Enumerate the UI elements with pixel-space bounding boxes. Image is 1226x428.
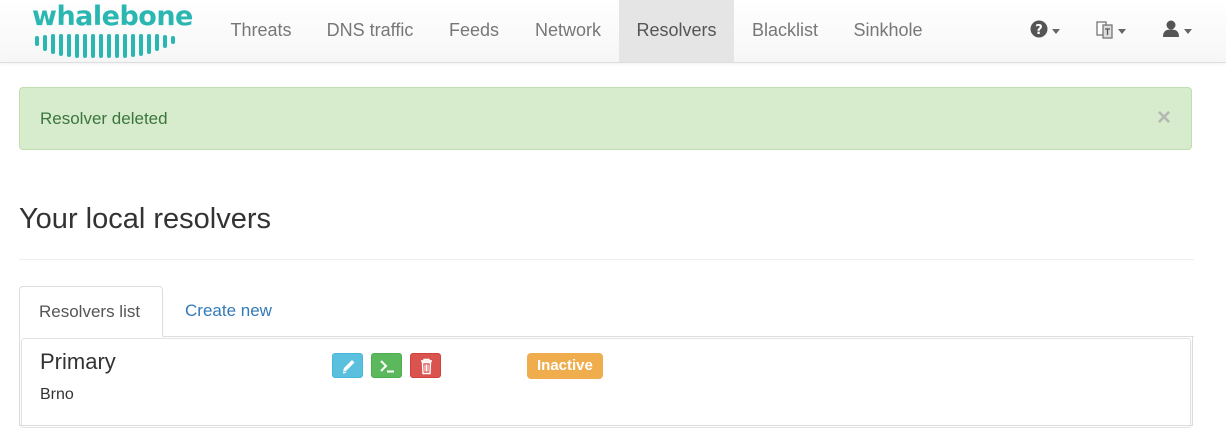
chevron-down-icon <box>1052 29 1060 34</box>
logo-text: whalebone <box>32 1 193 32</box>
navbar: whalebone Threats DNS traffic Feeds Netw… <box>0 0 1226 63</box>
nav-network[interactable]: Network <box>517 0 619 62</box>
resolver-location: Brno <box>40 386 74 403</box>
status-badge: Inactive <box>527 353 603 379</box>
language-menu[interactable] <box>1096 17 1130 43</box>
success-alert: Resolver deleted × <box>19 87 1192 150</box>
resolver-card <box>21 338 1191 428</box>
resolver-name: Primary <box>40 349 116 374</box>
divider <box>19 259 1194 260</box>
console-resolver-button[interactable] <box>371 353 402 378</box>
whalebone-logo[interactable]: whalebone <box>31 2 193 60</box>
terminal-icon <box>380 360 394 373</box>
nav-sinkhole[interactable]: Sinkhole <box>836 0 940 62</box>
delete-resolver-button[interactable] <box>410 353 441 378</box>
nav-dns-traffic[interactable]: DNS traffic <box>309 0 431 62</box>
svg-text:?: ? <box>1035 23 1043 38</box>
edit-resolver-button[interactable] <box>332 353 363 378</box>
logo-bars-graphic <box>35 34 175 58</box>
tab-resolvers-list[interactable]: Resolvers list <box>19 286 163 337</box>
nav-blacklist[interactable]: Blacklist <box>734 0 836 62</box>
language-icon <box>1096 21 1113 39</box>
nav-feeds[interactable]: Feeds <box>431 0 517 62</box>
page-title: Your local resolvers <box>19 203 271 235</box>
pencil-icon <box>342 360 355 374</box>
trash-icon <box>421 358 432 375</box>
close-icon[interactable]: × <box>1157 104 1171 132</box>
user-menu[interactable] <box>1162 17 1196 43</box>
chevron-down-icon <box>1184 29 1192 34</box>
user-icon <box>1163 20 1179 37</box>
help-menu[interactable]: ? <box>1030 17 1064 43</box>
alert-message: Resolver deleted <box>40 109 168 128</box>
nav-threats[interactable]: Threats <box>213 0 309 62</box>
chevron-down-icon <box>1118 29 1126 34</box>
tab-create-new[interactable]: Create new <box>166 286 291 337</box>
help-icon: ? <box>1030 20 1048 38</box>
nav-resolvers[interactable]: Resolvers <box>619 0 734 62</box>
